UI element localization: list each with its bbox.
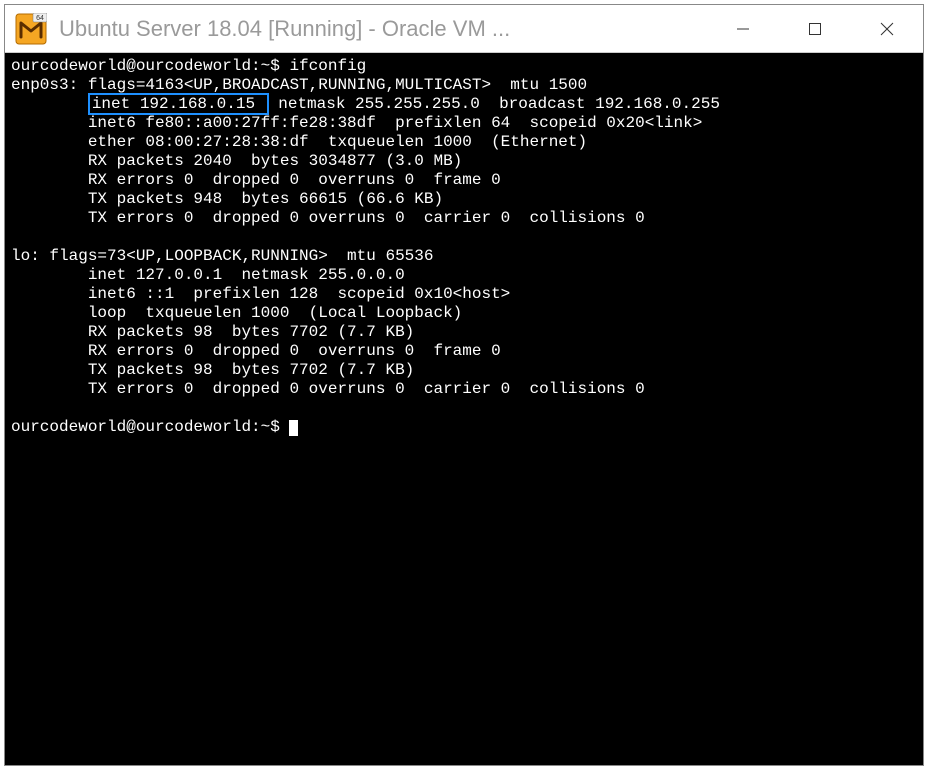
output-indent	[11, 95, 88, 113]
virtualbox-vm-icon: 64	[15, 13, 47, 45]
maximize-button[interactable]	[779, 5, 851, 53]
output-line: RX errors 0 dropped 0 overruns 0 frame 0	[11, 342, 501, 360]
output-line: lo: flags=73<UP,LOOPBACK,RUNNING> mtu 65…	[11, 247, 433, 265]
output-line: inet6 ::1 prefixlen 128 scopeid 0x10<hos…	[11, 285, 510, 303]
shell-prompt: ourcodeworld@ourcodeworld:~$	[11, 418, 289, 436]
vm-window: 64 Ubuntu Server 18.04 [Running] - Oracl…	[4, 4, 924, 766]
output-line: netmask 255.255.255.0 broadcast 192.168.…	[269, 95, 720, 113]
svg-text:64: 64	[36, 15, 44, 22]
output-line: loop txqueuelen 1000 (Local Loopback)	[11, 304, 462, 322]
window-title: Ubuntu Server 18.04 [Running] - Oracle V…	[59, 16, 707, 42]
minimize-button[interactable]	[707, 5, 779, 53]
window-controls	[707, 5, 923, 52]
highlighted-ip: inet 192.168.0.15	[88, 93, 269, 115]
titlebar[interactable]: 64 Ubuntu Server 18.04 [Running] - Oracl…	[5, 5, 923, 53]
cursor	[289, 420, 298, 436]
terminal[interactable]: ourcodeworld@ourcodeworld:~$ ifconfig en…	[5, 53, 923, 765]
output-line: TX errors 0 dropped 0 overruns 0 carrier…	[11, 380, 645, 398]
output-line: RX packets 2040 bytes 3034877 (3.0 MB)	[11, 152, 462, 170]
command-text: ifconfig	[289, 57, 366, 75]
output-line: TX errors 0 dropped 0 overruns 0 carrier…	[11, 209, 645, 227]
output-line: RX errors 0 dropped 0 overruns 0 frame 0	[11, 171, 501, 189]
output-line: ether 08:00:27:28:38:df txqueuelen 1000 …	[11, 133, 587, 151]
output-line: enp0s3: flags=4163<UP,BROADCAST,RUNNING,…	[11, 76, 587, 94]
close-button[interactable]	[851, 5, 923, 53]
output-line: inet 127.0.0.1 netmask 255.0.0.0	[11, 266, 405, 284]
shell-prompt: ourcodeworld@ourcodeworld:~$	[11, 57, 289, 75]
output-line: TX packets 948 bytes 66615 (66.6 KB)	[11, 190, 443, 208]
output-line: TX packets 98 bytes 7702 (7.7 KB)	[11, 361, 414, 379]
output-line: RX packets 98 bytes 7702 (7.7 KB)	[11, 323, 414, 341]
output-line: inet6 fe80::a00:27ff:fe28:38df prefixlen…	[11, 114, 702, 132]
